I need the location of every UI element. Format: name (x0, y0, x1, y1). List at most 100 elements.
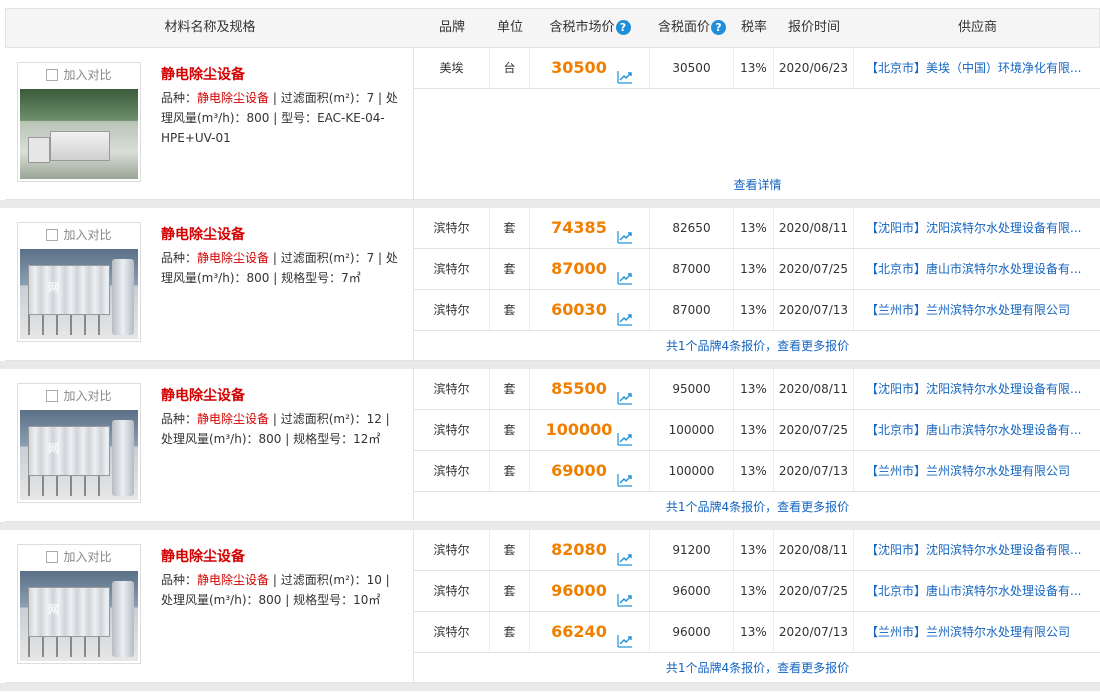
compare-checkbox[interactable] (46, 389, 59, 402)
table-header: 材料名称及规格 品牌 单位 含税市场价? 含税面价? 税率 报价时间 供应商 (5, 8, 1100, 48)
quote-market-price: 30500 (551, 58, 607, 77)
product-spec: 品种：静电除尘设备 | 过滤面积(m²)：7 | 处理风量(m³/h)：800 … (161, 248, 405, 288)
help-icon[interactable]: ? (615, 20, 631, 35)
product-spec: 品种：静电除尘设备 | 过滤面积(m²)：7 | 处理风量(m³/h)：800 … (161, 88, 405, 148)
price-trend-icon[interactable] (617, 302, 633, 326)
product-thumbnail: 加入对比 (17, 62, 141, 182)
quote-face-price: 82650 (650, 208, 734, 248)
quote-row: 美埃台 30500 30500 13% 2020/06/23 【北京市】美埃（中国）环境净… (414, 48, 1100, 89)
quote-unit: 套 (490, 290, 530, 330)
quote-date: 2020/08/11 (774, 530, 854, 570)
section-divider (0, 361, 1100, 369)
add-compare[interactable]: 加入对比 (18, 223, 140, 247)
quote-supplier-link[interactable]: 【北京市】美埃（中国）环境净化有限... (854, 48, 1100, 88)
quote-row: 滨特尔套 69000 100000 13% 2020/07/13 【兰州市】兰州滨特尔水处… (414, 451, 1100, 492)
quote-brand: 滨特尔 (414, 249, 490, 289)
product-thumbnail: 加入对比网 (17, 544, 141, 664)
quote-market-price: 100000 (545, 420, 613, 439)
quote-tax-rate: 13% (734, 530, 774, 570)
add-compare[interactable]: 加入对比 (18, 545, 140, 569)
quote-unit: 套 (490, 612, 530, 652)
header-tax-rate: 税率 (740, 20, 767, 35)
quote-face-price: 87000 (650, 290, 734, 330)
price-trend-icon[interactable] (617, 583, 633, 607)
compare-checkbox[interactable] (46, 68, 59, 81)
compare-checkbox[interactable] (46, 550, 59, 563)
price-trend-icon[interactable] (617, 463, 633, 487)
quote-supplier-link[interactable]: 【沈阳市】沈阳滨特尔水处理设备有限... (854, 208, 1100, 248)
product-title[interactable]: 静电除尘设备 (161, 64, 245, 84)
section-divider (0, 522, 1100, 530)
more-quotes-link[interactable]: 共1个品牌4条报价，查看更多报价 (414, 492, 1100, 522)
quote-unit: 套 (490, 369, 530, 409)
quote-supplier-link[interactable]: 【兰州市】兰州滨特尔水处理有限公司 (854, 290, 1100, 330)
quote-market-price-cell: 69000 (530, 451, 650, 491)
price-trend-icon[interactable] (617, 381, 633, 405)
product-image[interactable] (20, 89, 138, 179)
quote-market-price: 74385 (551, 218, 607, 237)
quote-brand: 滨特尔 (414, 290, 490, 330)
quote-table: 滨特尔套 74385 82650 13% 2020/08/11 【沈阳市】沈阳滨特尔水处理… (413, 208, 1100, 361)
quote-brand: 滨特尔 (414, 208, 490, 248)
help-icon[interactable]: ? (711, 20, 726, 35)
add-compare[interactable]: 加入对比 (18, 63, 140, 87)
more-quotes-link[interactable]: 共1个品牌4条报价，查看更多报价 (414, 653, 1100, 683)
quote-supplier-link[interactable]: 【沈阳市】沈阳滨特尔水处理设备有限... (854, 369, 1100, 409)
spec-prefix: 品种： (161, 91, 198, 105)
compare-checkbox[interactable] (46, 228, 59, 241)
product-title[interactable]: 静电除尘设备 (161, 224, 245, 244)
quote-table: 滨特尔套 82080 91200 13% 2020/08/11 【沈阳市】沈阳滨特尔水处理… (413, 530, 1100, 683)
quote-market-price-cell: 96000 (530, 571, 650, 611)
more-quotes-link[interactable]: 共1个品牌4条报价，查看更多报价 (414, 331, 1100, 361)
quote-unit: 套 (490, 571, 530, 611)
header-face-price: 含税面价? (650, 9, 734, 47)
quote-face-price: 95000 (650, 369, 734, 409)
quote-market-price: 69000 (551, 461, 607, 480)
quote-market-price: 60030 (551, 300, 607, 319)
quote-supplier-link[interactable]: 【北京市】唐山市滨特尔水处理设备有... (854, 410, 1100, 450)
price-trend-icon[interactable] (617, 542, 633, 566)
add-compare[interactable]: 加入对比 (18, 384, 140, 408)
product-image[interactable]: 网 (20, 410, 138, 500)
quote-market-price-cell: 60030 (530, 290, 650, 330)
product-image[interactable]: 网 (20, 249, 138, 339)
quote-supplier-link[interactable]: 【兰州市】兰州滨特尔水处理有限公司 (854, 451, 1100, 491)
spec-prefix: 品种： (161, 412, 198, 426)
quote-row: 滨特尔套 66240 96000 13% 2020/07/13 【兰州市】兰州滨特尔水处理… (414, 612, 1100, 653)
product-thumbnail: 加入对比网 (17, 383, 141, 503)
price-trend-icon[interactable] (617, 422, 633, 446)
compare-label: 加入对比 (63, 550, 112, 564)
quote-supplier-link[interactable]: 【北京市】唐山市滨特尔水处理设备有... (854, 249, 1100, 289)
price-trend-icon[interactable] (617, 60, 633, 84)
quote-row: 滨特尔套 82080 91200 13% 2020/08/11 【沈阳市】沈阳滨特尔水处理… (414, 530, 1100, 571)
product-title[interactable]: 静电除尘设备 (161, 546, 245, 566)
quote-face-price: 30500 (650, 48, 734, 88)
price-trend-icon[interactable] (617, 261, 633, 285)
quote-market-price-cell: 100000 (530, 410, 650, 450)
quote-brand: 滨特尔 (414, 369, 490, 409)
product-block: 加入对比 静电除尘设备 品种：静电除尘设备 | 过滤面积(m²)：7 | 处理风量(… (5, 48, 1100, 200)
product-title[interactable]: 静电除尘设备 (161, 385, 245, 405)
quote-unit: 套 (490, 410, 530, 450)
compare-label: 加入对比 (63, 228, 112, 242)
quote-row: 滨特尔套 100000 100000 13% 2020/07/25 【北京市】唐山市滨特尔… (414, 410, 1100, 451)
quote-unit: 套 (490, 530, 530, 570)
quote-supplier-link[interactable]: 【兰州市】兰州滨特尔水处理有限公司 (854, 612, 1100, 652)
quote-market-price: 96000 (551, 581, 607, 600)
watermark: 网 (48, 281, 59, 294)
quote-date: 2020/07/25 (774, 410, 854, 450)
product-block: 加入对比网静电除尘设备 品种：静电除尘设备 | 过滤面积(m²)：12 | 处理风… (5, 369, 1100, 522)
quote-row: 滨特尔套 60030 87000 13% 2020/07/13 【兰州市】兰州滨特尔水处理… (414, 290, 1100, 331)
quote-brand: 滨特尔 (414, 571, 490, 611)
more-quotes-link[interactable]: 查看详情 (414, 170, 1100, 200)
quote-supplier-link[interactable]: 【北京市】唐山市滨特尔水处理设备有... (854, 571, 1100, 611)
quote-face-price: 96000 (650, 571, 734, 611)
quote-row: 滨特尔套 85500 95000 13% 2020/08/11 【沈阳市】沈阳滨特尔水处理… (414, 369, 1100, 410)
quote-unit: 套 (490, 249, 530, 289)
product-image[interactable]: 网 (20, 571, 138, 661)
quote-supplier-link[interactable]: 【沈阳市】沈阳滨特尔水处理设备有限... (854, 530, 1100, 570)
price-trend-icon[interactable] (617, 624, 633, 648)
price-trend-icon[interactable] (617, 220, 633, 244)
spec-variety: 静电除尘设备 (197, 91, 270, 105)
quote-market-price: 85500 (551, 379, 607, 398)
